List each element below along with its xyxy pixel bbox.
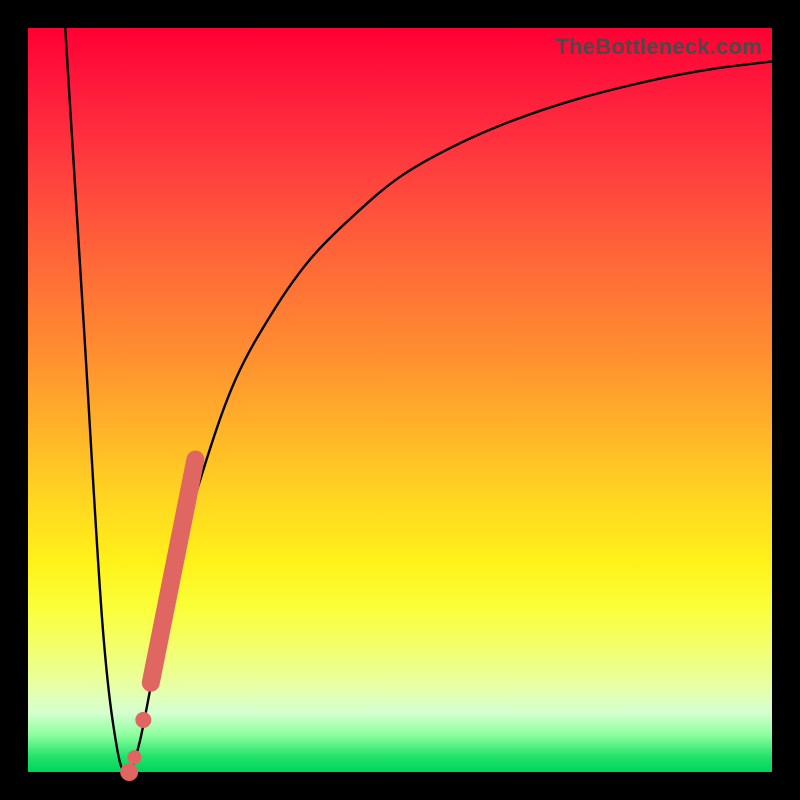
dot-1: [135, 712, 151, 728]
bottleneck-curve: [65, 28, 772, 773]
curve-layer: [28, 28, 772, 772]
chart-frame: TheBottleneck.com: [0, 0, 800, 800]
dot-3: [120, 763, 138, 781]
dot-2: [127, 750, 141, 764]
plot-area: TheBottleneck.com: [28, 28, 772, 772]
highlight-pill: [151, 460, 196, 683]
